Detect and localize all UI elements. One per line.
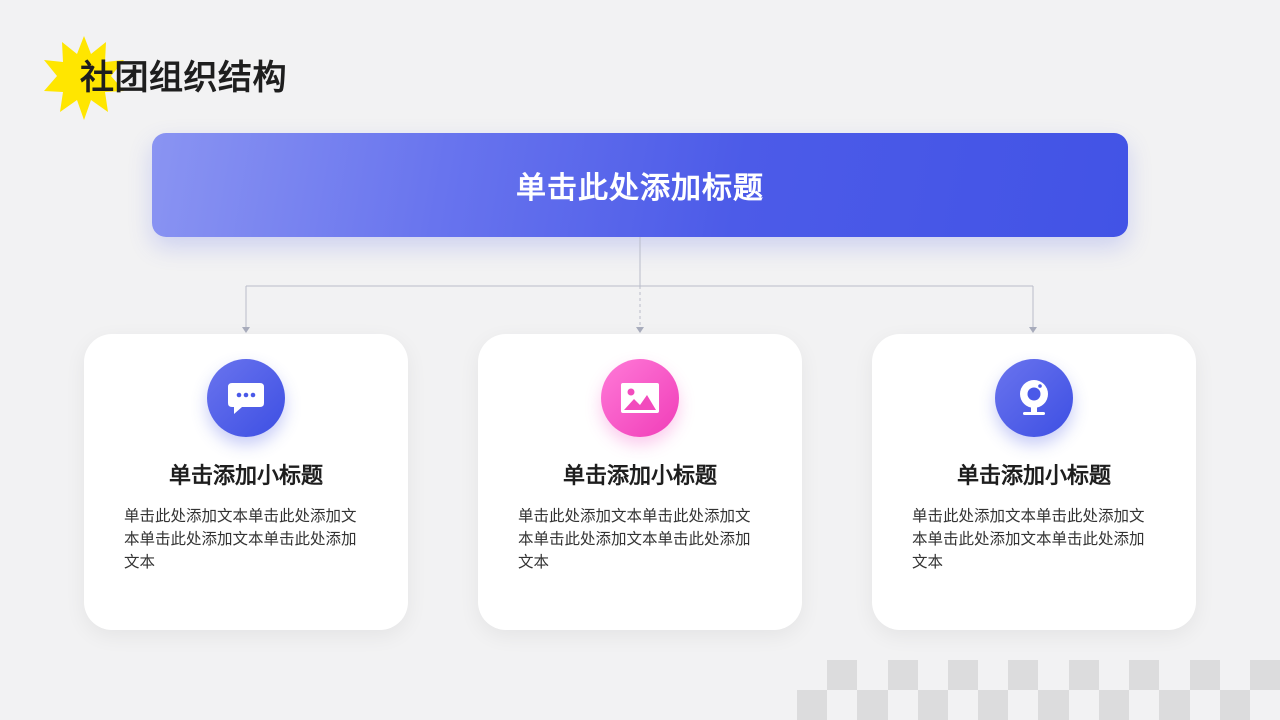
webcam-icon bbox=[1020, 380, 1048, 415]
card-title[interactable]: 单击添加小标题 bbox=[84, 458, 408, 490]
card-icon-circle bbox=[601, 359, 679, 437]
card-title[interactable]: 单击添加小标题 bbox=[872, 458, 1196, 490]
arrow-right-icon bbox=[1029, 327, 1037, 333]
arrow-middle-icon bbox=[636, 327, 644, 333]
arrow-left-icon bbox=[242, 327, 250, 333]
org-card-1[interactable]: 单击添加小标题 单击此处添加文本单击此处添加文本单击此处添加文本单击此处添加文本 bbox=[84, 334, 408, 630]
card-icon-circle bbox=[207, 359, 285, 437]
card-icon-circle bbox=[995, 359, 1073, 437]
image-icon bbox=[621, 383, 659, 413]
org-card-2[interactable]: 单击添加小标题 单击此处添加文本单击此处添加文本单击此处添加文本单击此处添加文本 bbox=[478, 334, 802, 630]
org-card-3[interactable]: 单击添加小标题 单击此处添加文本单击此处添加文本单击此处添加文本单击此处添加文本 bbox=[872, 334, 1196, 630]
card-body[interactable]: 单击此处添加文本单击此处添加文本单击此处添加文本单击此处添加文本 bbox=[518, 505, 762, 574]
chat-bubble-icon bbox=[228, 383, 264, 414]
checkerboard-decoration bbox=[797, 660, 1280, 720]
card-title[interactable]: 单击添加小标题 bbox=[478, 458, 802, 490]
card-body[interactable]: 单击此处添加文本单击此处添加文本单击此处添加文本单击此处添加文本 bbox=[124, 505, 368, 574]
card-body[interactable]: 单击此处添加文本单击此处添加文本单击此处添加文本单击此处添加文本 bbox=[912, 505, 1156, 574]
